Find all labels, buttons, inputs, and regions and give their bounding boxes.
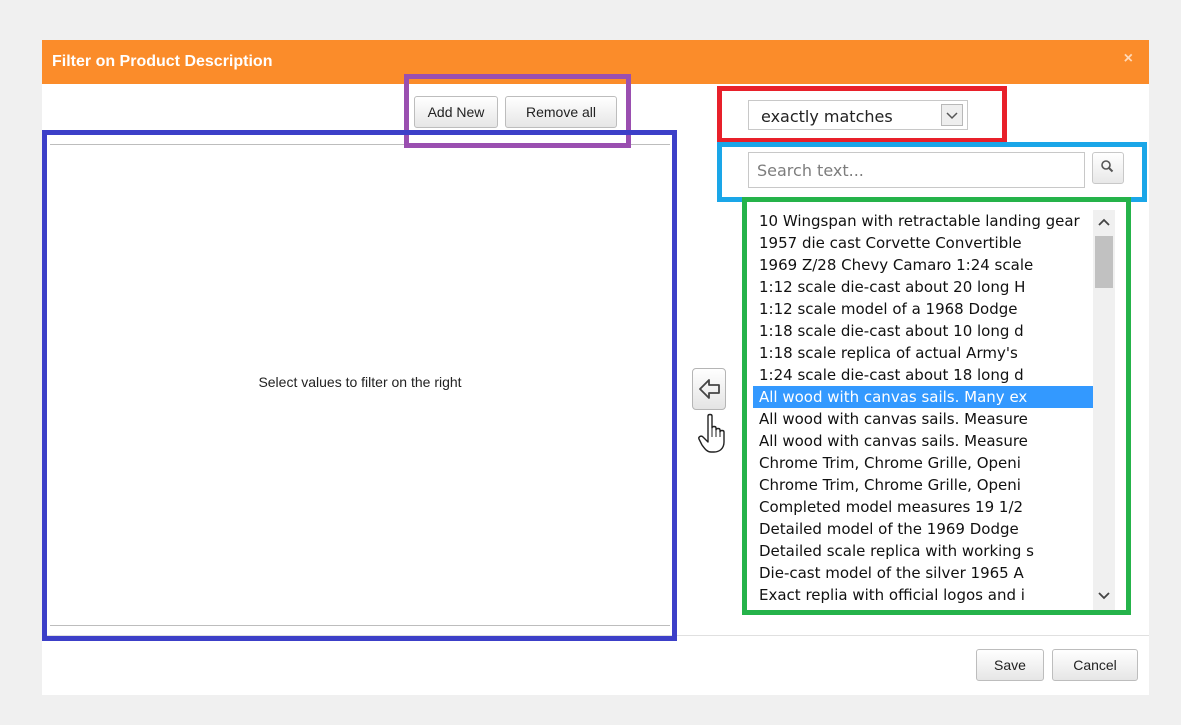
arrow-left-icon bbox=[693, 379, 725, 413]
footer-divider bbox=[42, 635, 1149, 636]
chevron-down-icon[interactable] bbox=[941, 104, 963, 126]
search-input[interactable] bbox=[748, 152, 1085, 188]
search-button[interactable] bbox=[1092, 152, 1124, 184]
list-item[interactable]: All wood with canvas sails. Measure bbox=[753, 408, 1093, 430]
list-item[interactable]: 1:18 scale replica of actual Army's bbox=[753, 342, 1093, 364]
list-item[interactable]: 1969 Z/28 Chevy Camaro 1:24 scale bbox=[753, 254, 1093, 276]
dialog-title: Filter on Product Description bbox=[52, 53, 273, 70]
cancel-button[interactable]: Cancel bbox=[1052, 649, 1138, 681]
hand-pointer-icon bbox=[697, 412, 727, 461]
close-icon[interactable]: × bbox=[1124, 50, 1133, 68]
empty-panel-message: Select values to filter on the right bbox=[258, 374, 462, 390]
save-button[interactable]: Save bbox=[976, 649, 1044, 681]
chevron-up-icon[interactable] bbox=[1096, 214, 1112, 235]
add-new-button[interactable]: Add New bbox=[414, 96, 498, 128]
list-item[interactable]: Die-cast model of the silver 1965 A bbox=[753, 562, 1093, 584]
move-left-button[interactable] bbox=[692, 368, 726, 410]
list-item[interactable]: Exact replia with official logos and i bbox=[753, 584, 1093, 606]
list-item[interactable]: Chrome Trim, Chrome Grille, Openi bbox=[753, 452, 1093, 474]
list-item[interactable]: 1:18 scale die-cast about 10 long d bbox=[753, 320, 1093, 342]
list-item[interactable]: Completed model measures 19 1/2 bbox=[753, 496, 1093, 518]
chevron-down-icon[interactable] bbox=[1096, 588, 1112, 609]
list-item[interactable]: 1:12 scale die-cast about 20 long H bbox=[753, 276, 1093, 298]
filter-dialog: Filter on Product Description × Add New … bbox=[42, 40, 1149, 695]
dialog-titlebar: Filter on Product Description × bbox=[42, 40, 1149, 84]
match-mode-value: exactly matches bbox=[761, 107, 893, 126]
list-item[interactable]: 1:24 scale die-cast about 18 long d bbox=[753, 364, 1093, 386]
match-mode-select[interactable]: exactly matches bbox=[748, 100, 968, 130]
selected-values-panel: Select values to filter on the right bbox=[50, 144, 670, 626]
remove-all-button[interactable]: Remove all bbox=[505, 96, 617, 128]
list-item[interactable]: 1:12 scale model of a 1968 Dodge bbox=[753, 298, 1093, 320]
list-item[interactable]: 1957 die cast Corvette Convertible bbox=[753, 232, 1093, 254]
list-item[interactable]: Detailed scale replica with working s bbox=[753, 540, 1093, 562]
list-items: 10 Wingspan with retractable landing gea… bbox=[753, 210, 1093, 606]
list-scrollbar[interactable] bbox=[1093, 210, 1115, 610]
list-item[interactable]: Chrome Trim, Chrome Grille, Openi bbox=[753, 474, 1093, 496]
list-item[interactable]: 10 Wingspan with retractable landing gea… bbox=[753, 210, 1093, 232]
available-values-list[interactable]: 10 Wingspan with retractable landing gea… bbox=[753, 210, 1119, 610]
scroll-thumb[interactable] bbox=[1095, 236, 1113, 288]
magnifier-icon bbox=[1093, 160, 1123, 187]
list-item[interactable]: All wood with canvas sails. Measure bbox=[753, 430, 1093, 452]
list-item[interactable]: All wood with canvas sails. Many ex bbox=[753, 386, 1093, 408]
list-item[interactable]: Detailed model of the 1969 Dodge bbox=[753, 518, 1093, 540]
